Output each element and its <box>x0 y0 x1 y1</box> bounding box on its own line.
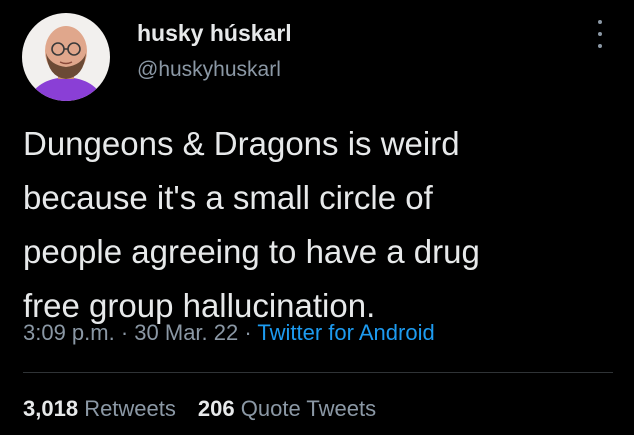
tweet-text-line: people agreeing to have a drug <box>23 233 480 270</box>
tweet-date[interactable]: 30 Mar. 22 <box>134 320 238 345</box>
author-handle[interactable]: @huskyhuskarl <box>137 58 281 82</box>
author-display-name[interactable]: husky húskarl <box>137 20 292 47</box>
quote-tweets-label: Quote Tweets <box>240 396 377 421</box>
tweet-metadata: 3:09 p.m. · 30 Mar. 22 · Twitter for And… <box>23 320 435 346</box>
tweet-source-link[interactable]: Twitter for Android <box>257 320 434 345</box>
tweet-stats: 3,018 Retweets 206 Quote Tweets <box>23 396 376 422</box>
tweet-text: Dungeons & Dragons is weird because it's… <box>23 117 613 333</box>
tweet-card: husky húskarl @huskyhuskarl Dungeons & D… <box>0 0 634 435</box>
more-options-icon[interactable] <box>594 20 606 48</box>
retweets-stat[interactable]: 3,018 Retweets <box>23 396 176 421</box>
tweet-time[interactable]: 3:09 p.m. <box>23 320 115 345</box>
meta-separator: · <box>114 320 135 345</box>
retweets-label: Retweets <box>84 396 176 421</box>
tweet-text-line: Dungeons & Dragons is weird <box>23 125 460 162</box>
avatar-image <box>22 13 110 101</box>
quote-tweets-count: 206 <box>197 396 235 421</box>
avatar[interactable] <box>22 13 110 101</box>
quote-tweets-stat[interactable]: 206 Quote Tweets <box>198 396 376 421</box>
divider <box>23 372 613 373</box>
retweets-count: 3,018 <box>23 396 79 421</box>
meta-separator: · <box>238 320 258 345</box>
tweet-text-line: because it's a small circle of <box>23 179 433 216</box>
